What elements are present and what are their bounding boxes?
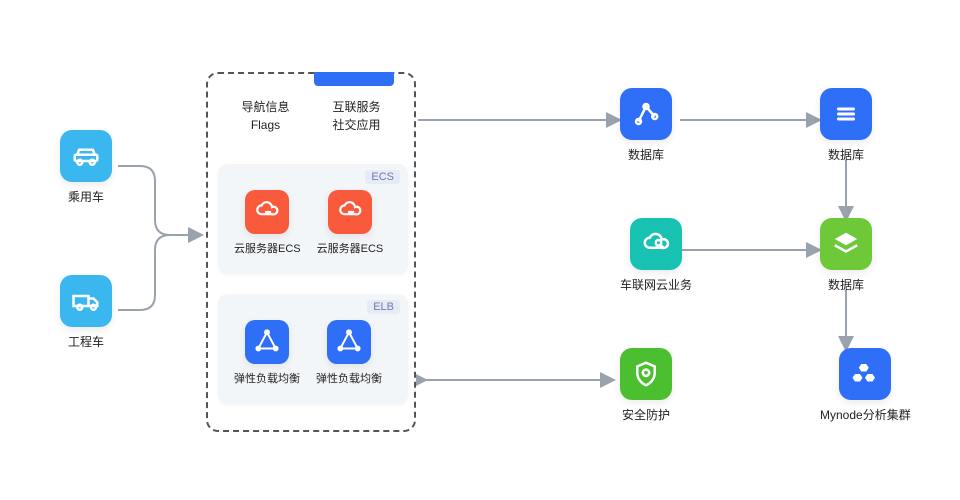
main-panel: 导航信息 Flags 互联服务 社交应用 ECS 云服务器ECS 云服务器ECS — [206, 72, 416, 432]
node-label: 车联网云业务 — [620, 276, 692, 293]
cloud-search-icon — [630, 218, 682, 270]
panel-tab-highlight — [314, 72, 394, 86]
ecs-item-label: 云服务器ECS — [234, 240, 301, 256]
node-label: Mynode分析集群 — [820, 406, 911, 423]
cloud-server-icon — [245, 190, 289, 234]
node-db-graph: 数据库 — [620, 88, 672, 163]
hex-icon — [839, 348, 891, 400]
shield-gear-icon — [620, 348, 672, 400]
cloud-server-icon — [328, 190, 372, 234]
tag-ecs: ECS — [365, 170, 400, 184]
panel-head-item: 导航信息 Flags — [241, 98, 289, 134]
elb-item-label: 弹性负载均衡 — [234, 370, 300, 386]
node-label: 工程车 — [68, 333, 104, 350]
node-db-bars: 数据库 — [820, 88, 872, 163]
node-db-layers: 数据库 — [820, 218, 872, 293]
ecs-item: 云服务器ECS — [317, 190, 384, 256]
connector-lines — [0, 0, 960, 500]
elb-item-label: 弹性负载均衡 — [316, 370, 382, 386]
layers-icon — [820, 218, 872, 270]
elb-item: 弹性负载均衡 — [316, 320, 382, 386]
load-balancer-icon — [245, 320, 289, 364]
sub-panel-elb: ELB 弹性负载均衡 弹性负载均衡 — [218, 294, 408, 404]
load-balancer-icon — [327, 320, 371, 364]
car-icon — [60, 130, 112, 182]
node-label: 数据库 — [828, 276, 864, 293]
node-iov-cloud: 车联网云业务 — [620, 218, 692, 293]
sub-panel-ecs: ECS 云服务器ECS 云服务器ECS — [218, 164, 408, 274]
tag-elb: ELB — [367, 300, 400, 314]
panel-head-item: 互联服务 社交应用 — [332, 98, 380, 134]
diagram-canvas: 乘用车 工程车 导航信息 Flags 互联服务 社交应用 ECS 云服务器ECS — [0, 0, 960, 500]
graph-icon — [620, 88, 672, 140]
elb-item: 弹性负载均衡 — [234, 320, 300, 386]
node-label: 数据库 — [828, 146, 864, 163]
node-car: 乘用车 — [60, 130, 112, 205]
node-label: 数据库 — [628, 146, 664, 163]
ecs-item-label: 云服务器ECS — [317, 240, 384, 256]
node-label: 安全防护 — [622, 406, 670, 423]
node-truck: 工程车 — [60, 275, 112, 350]
node-security: 安全防护 — [620, 348, 672, 423]
node-mynode-cluster: Mynode分析集群 — [820, 348, 911, 423]
ecs-item: 云服务器ECS — [234, 190, 301, 256]
node-label: 乘用车 — [68, 188, 104, 205]
bars-icon — [820, 88, 872, 140]
truck-icon — [60, 275, 112, 327]
